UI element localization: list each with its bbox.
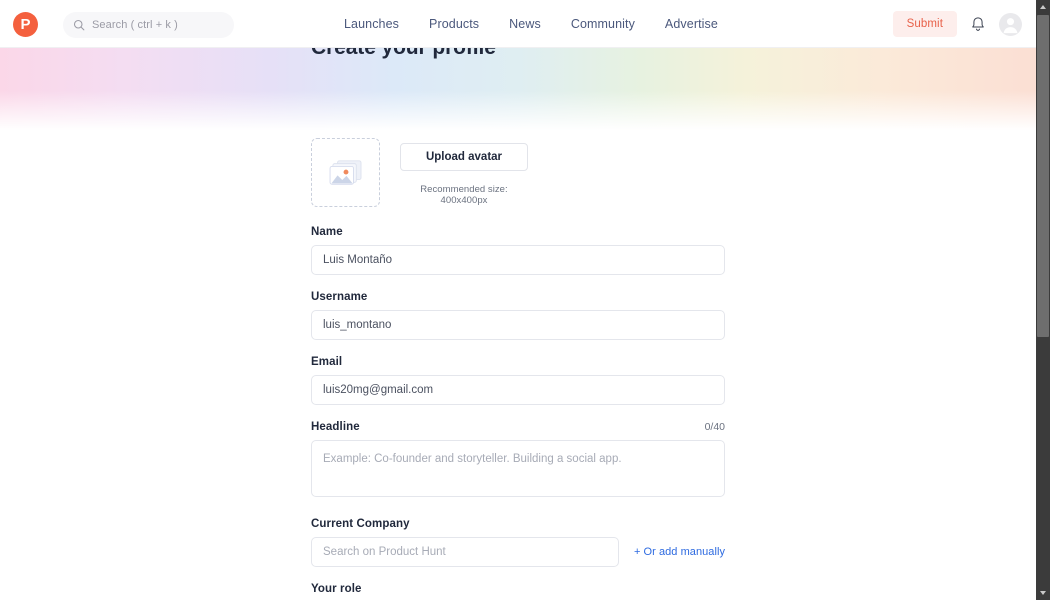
product-hunt-logo[interactable]: P [13,12,38,37]
scroll-up-arrow-icon [1040,5,1046,9]
nav-right-actions: Submit [892,0,1022,48]
field-your-role-header: Your role [311,583,725,595]
nav-link-news[interactable]: News [509,17,541,31]
search-bar[interactable]: Search ( ctrl + k ) [63,12,234,38]
nav-link-products[interactable]: Products [429,17,479,31]
field-name-label: Name [311,226,343,238]
field-name-header: Name [311,226,725,238]
primary-nav-links: Launches Products News Community Adverti… [344,0,718,48]
avatar-upload-section: Upload avatar Recommended size: 400x400p… [311,138,725,210]
avatar-dropzone[interactable] [311,138,380,207]
field-username-label: Username [311,291,368,303]
field-current-company-label: Current Company [311,518,410,530]
username-input[interactable] [311,310,725,340]
company-input-row: + Or add manually [311,537,725,567]
create-profile-form: Upload avatar Recommended size: 400x400p… [311,138,725,600]
avatar-size-hint: Recommended size: 400x400px [420,184,508,206]
field-current-company: Current Company + Or add manually [311,518,725,567]
top-navigation-bar: P Search ( ctrl + k ) Launches Products … [0,0,1036,48]
user-avatar-icon [1003,17,1018,33]
nav-link-launches[interactable]: Launches [344,17,399,31]
hero-banner [0,48,1036,130]
scroll-up-button[interactable] [1036,0,1050,14]
notification-bell-icon[interactable] [970,16,986,33]
upload-avatar-button[interactable]: Upload avatar [400,143,528,171]
avatar-actions: Upload avatar Recommended size: 400x400p… [400,138,528,206]
field-headline-label: Headline [311,421,360,433]
scroll-down-button[interactable] [1036,586,1050,600]
field-name: Name [311,226,725,275]
field-current-company-header: Current Company [311,518,725,530]
name-input[interactable] [311,245,725,275]
scroll-down-arrow-icon [1040,591,1046,595]
company-search-input[interactable] [311,537,619,567]
page-root: P Search ( ctrl + k ) Launches Products … [0,0,1050,600]
field-email-label: Email [311,356,343,368]
field-your-role: Your role [311,583,725,600]
field-your-role-label: Your role [311,583,362,595]
field-username: Username [311,291,725,340]
nav-link-community[interactable]: Community [571,17,635,31]
headline-textarea[interactable] [311,440,725,497]
logo-letter: P [20,16,31,33]
scrollbar-thumb[interactable] [1037,15,1049,337]
field-username-header: Username [311,291,725,303]
photo-placeholder-icon [329,159,361,185]
user-avatar[interactable] [999,12,1022,36]
field-email: Email [311,356,725,405]
add-company-manually-link[interactable]: + Or add manually [634,546,725,558]
hero-gradient-background [0,48,1036,130]
search-placeholder-text: Search ( ctrl + k ) [92,19,178,31]
headline-character-counter: 0/40 [704,421,725,433]
field-email-header: Email [311,356,725,368]
field-headline-header: Headline 0/40 [311,421,725,433]
email-input[interactable] [311,375,725,405]
field-headline: Headline 0/40 [311,421,725,502]
submit-button[interactable]: Submit [892,11,957,37]
nav-link-advertise[interactable]: Advertise [665,17,718,31]
vertical-scrollbar[interactable] [1036,0,1050,600]
search-icon [73,19,85,31]
